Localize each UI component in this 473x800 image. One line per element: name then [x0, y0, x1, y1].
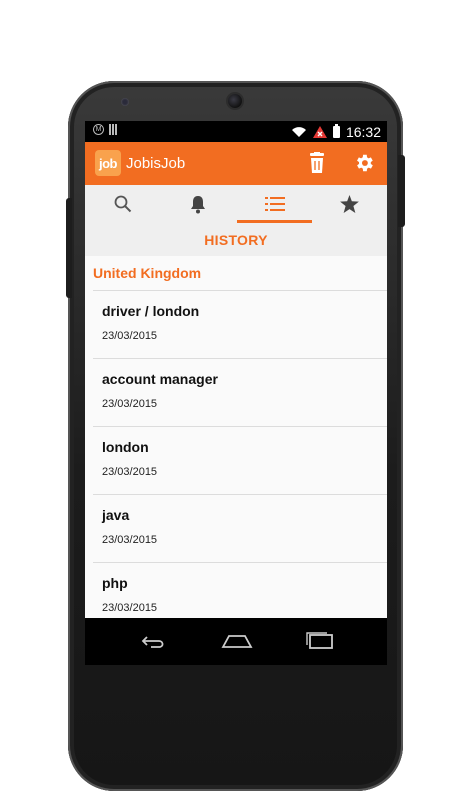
clock: 16:32 — [345, 124, 381, 140]
tab-search[interactable] — [85, 185, 160, 223]
history-item[interactable]: driver / london 23/03/2015 — [93, 290, 387, 358]
country-label: United Kingdom — [93, 265, 202, 281]
tab-bar — [85, 185, 387, 223]
screen: M 16:32 job JobisJob HISTORY United King… — [85, 121, 387, 665]
list-icon — [264, 197, 285, 211]
history-item-date: 23/03/2015 — [102, 602, 158, 614]
history-item-date: 23/03/2015 — [102, 330, 158, 342]
star-icon — [340, 195, 359, 213]
sensor — [121, 98, 129, 106]
battery-icon — [332, 124, 340, 138]
history-item[interactable]: account manager 23/03/2015 — [93, 358, 387, 426]
app-bar: job JobisJob — [85, 142, 387, 185]
navigation-bar — [85, 618, 387, 665]
bell-icon — [190, 195, 205, 213]
history-item-title: php — [102, 575, 128, 591]
home-icon[interactable] — [221, 632, 253, 650]
history-content: HISTORY United Kingdom driver / london 2… — [85, 223, 387, 618]
history-item[interactable]: php 23/03/2015 — [93, 562, 387, 618]
history-item-title: driver / london — [102, 303, 200, 319]
tab-history[interactable] — [237, 185, 312, 223]
history-item-date: 23/03/2015 — [102, 398, 158, 410]
front-camera — [228, 94, 242, 108]
tab-favorites[interactable] — [312, 185, 387, 223]
app-logo: job — [95, 150, 121, 176]
section-header: HISTORY — [85, 223, 387, 256]
gear-icon[interactable] — [353, 152, 375, 174]
search-icon — [114, 195, 131, 213]
history-item-date: 23/03/2015 — [102, 534, 158, 546]
status-bar: M 16:32 — [85, 121, 387, 142]
history-item-title: java — [102, 507, 130, 523]
tab-alerts[interactable] — [160, 185, 235, 223]
back-icon[interactable] — [137, 632, 167, 650]
wifi-icon — [291, 127, 306, 137]
no-sim-icon — [312, 126, 327, 138]
history-item-title: london — [102, 439, 149, 455]
recents-icon[interactable] — [305, 632, 335, 650]
history-item[interactable]: java 23/03/2015 — [93, 494, 387, 562]
history-item[interactable]: london 23/03/2015 — [93, 426, 387, 494]
app-title: JobisJob — [126, 155, 186, 172]
motorola-logo-icon: M — [93, 124, 104, 135]
volume-button — [66, 198, 72, 298]
signal-bars-icon — [109, 124, 117, 135]
history-item-date: 23/03/2015 — [102, 466, 158, 478]
power-button — [398, 155, 405, 227]
history-item-title: account manager — [102, 371, 218, 387]
trash-icon[interactable] — [307, 152, 327, 174]
